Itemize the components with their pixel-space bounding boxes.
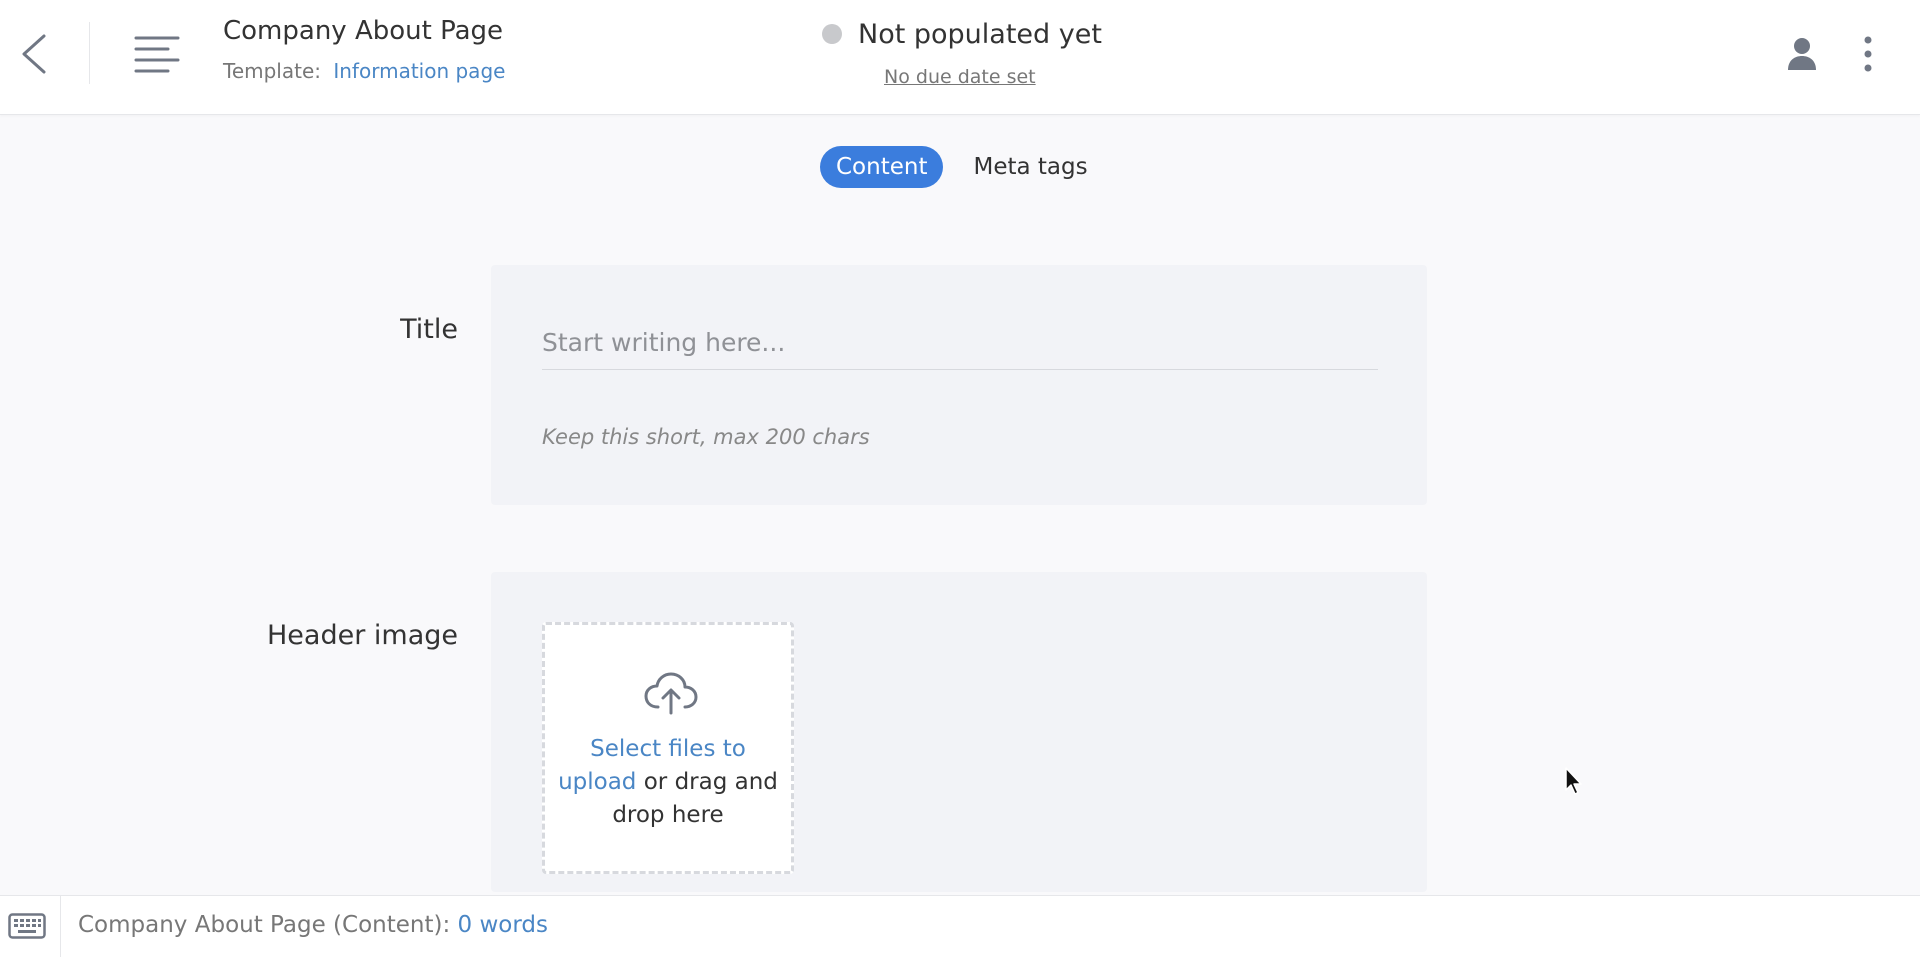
assignee-button[interactable] [1783,36,1821,72]
status-footer: Company About Page (Content): 0 words [0,895,1920,957]
cloud-upload-icon [644,672,698,715]
drag-drop-text: or drag and drop here [612,769,778,828]
vertical-dots-icon [1864,36,1872,72]
word-count: Company About Page (Content): 0 words [78,912,548,938]
person-icon [1788,38,1816,70]
word-count-value[interactable]: 0 words [458,912,548,938]
back-button[interactable] [14,28,58,80]
template-link[interactable]: Information page [333,59,505,83]
template-info: Template: Information page [223,59,505,83]
word-count-label: Company About Page (Content): [78,912,451,938]
editor-tabs: Content Meta tags [820,146,1104,188]
keyboard-icon [8,913,46,939]
status-dot-icon [822,24,842,44]
chevron-left-icon [22,34,46,74]
outline-menu-button[interactable] [132,32,182,76]
top-bar: Company About Page Template: Information… [0,0,1920,115]
template-label: Template: [223,59,321,83]
tab-content[interactable]: Content [820,146,944,188]
more-options-button[interactable] [1858,34,1878,74]
header-image-field-panel: Select files to upload or drag and drop … [491,572,1427,892]
keyboard-shortcuts-button[interactable] [0,896,61,957]
file-upload-dropzone[interactable]: Select files to upload or drag and drop … [542,622,794,874]
title-field-label: Title [400,314,458,345]
status-indicator[interactable]: Not populated yet [822,16,1102,52]
document-title: Company About Page [223,16,504,46]
tab-meta-tags[interactable]: Meta tags [957,146,1103,188]
upload-instructions: Select files to upload or drag and drop … [555,733,781,832]
header-image-field-label: Header image [267,620,458,651]
header-divider [89,22,90,84]
status-text: Not populated yet [858,18,1102,50]
title-field-panel: Keep this short, max 200 chars [491,265,1427,505]
text-lines-icon [134,36,180,73]
title-hint: Keep this short, max 200 chars [542,425,870,449]
mouse-pointer-icon [1565,767,1582,795]
title-input[interactable] [542,315,1378,370]
due-date-link[interactable]: No due date set [884,66,1036,88]
